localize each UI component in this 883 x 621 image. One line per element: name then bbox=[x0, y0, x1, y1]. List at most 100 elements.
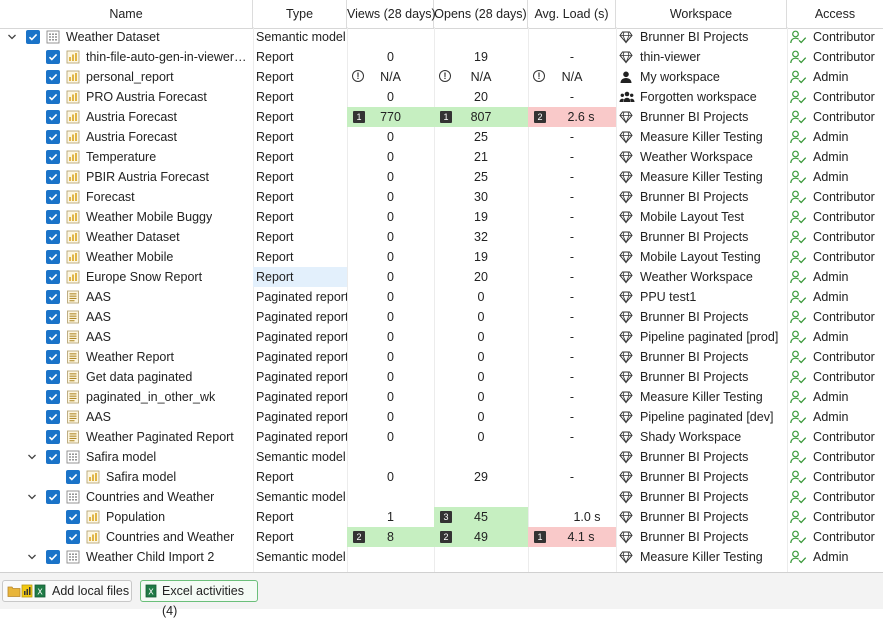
row-checkbox[interactable] bbox=[46, 50, 60, 64]
table-row[interactable]: Temperature Report 0 21 - Weather Workspace Ad… bbox=[0, 147, 883, 167]
row-checkbox[interactable] bbox=[46, 550, 60, 564]
table-row[interactable]: Europe Snow Report Report 0 20 - Weather Work… bbox=[0, 267, 883, 287]
row-checkbox[interactable] bbox=[46, 230, 60, 244]
row-checkbox[interactable] bbox=[46, 330, 60, 344]
row-checkbox[interactable] bbox=[46, 70, 60, 84]
chevron-down-icon[interactable] bbox=[7, 31, 17, 41]
column-header-views[interactable]: Views (28 days) bbox=[347, 0, 436, 28]
row-checkbox[interactable] bbox=[46, 90, 60, 104]
add-local-files-button[interactable]: X Add local files bbox=[2, 580, 132, 602]
excel-activities-tab[interactable]: X Excel activities (4) bbox=[140, 580, 258, 618]
views-count: 770 bbox=[380, 110, 401, 124]
access-level: Contributor bbox=[813, 530, 875, 544]
table-row[interactable]: thin-file-auto-gen-in-viewer… Report 0 19 - t… bbox=[0, 47, 883, 67]
table-row[interactable]: Safira model Semantic model Brunner BI Pro… bbox=[0, 447, 883, 467]
table-row[interactable]: Austria Forecast Report 0 25 - Measure Killer… bbox=[0, 127, 883, 147]
access-level: Contributor bbox=[813, 350, 875, 364]
table-row[interactable]: Weather Report Paginated report 0 0 - Brunner… bbox=[0, 347, 883, 367]
access-level: Admin bbox=[813, 290, 849, 304]
row-checkbox[interactable] bbox=[66, 530, 80, 544]
row-checkbox[interactable] bbox=[46, 350, 60, 364]
table-row[interactable]: Countries and Weather Semantic model Brunn… bbox=[0, 487, 883, 507]
column-header-type[interactable]: Type bbox=[253, 0, 347, 28]
premium-diamond-icon bbox=[619, 330, 633, 344]
table-row[interactable]: Weather Child Import 2 Semantic model Meas… bbox=[0, 547, 883, 567]
opens-count: 20 bbox=[474, 90, 488, 104]
table-row[interactable]: PBIR Austria Forecast Report 0 25 - Measure K… bbox=[0, 167, 883, 187]
opens-count-cell: 30 bbox=[434, 187, 528, 207]
user-check-icon bbox=[790, 170, 807, 184]
row-checkbox[interactable] bbox=[46, 310, 60, 324]
premium-diamond-icon bbox=[619, 50, 633, 64]
items-grid[interactable]: Name Type Views (28 days) Opens (28 days… bbox=[0, 0, 883, 572]
access-level: Contributor bbox=[813, 370, 875, 384]
access-cell: Admin bbox=[787, 287, 883, 307]
table-row[interactable]: Weather Mobile Buggy Report 0 19 - Mobile Lay… bbox=[0, 207, 883, 227]
table-row[interactable]: AAS Paginated report 0 0 - Pipeline paginated… bbox=[0, 327, 883, 347]
item-type: Report bbox=[256, 230, 294, 244]
table-row[interactable]: PRO Austria Forecast Report 0 20 - Forgotten … bbox=[0, 87, 883, 107]
table-row[interactable]: AAS Paginated report 0 0 - Pipeline paginated… bbox=[0, 407, 883, 427]
row-checkbox[interactable] bbox=[46, 250, 60, 264]
table-row[interactable]: personal_report Report! N/A! N/A! N/A My work… bbox=[0, 67, 883, 87]
item-name: Austria Forecast bbox=[86, 130, 178, 144]
avg-load-time-cell bbox=[528, 447, 616, 467]
row-checkbox[interactable] bbox=[46, 390, 60, 404]
row-checkbox[interactable] bbox=[46, 150, 60, 164]
row-checkbox[interactable] bbox=[46, 430, 60, 444]
item-name: Countries and Weather bbox=[106, 530, 235, 544]
table-row[interactable]: Austria Forecast Report 1 770 1 807 2 2.6 s Brun… bbox=[0, 107, 883, 127]
row-checkbox[interactable] bbox=[66, 510, 80, 524]
row-checkbox[interactable] bbox=[26, 30, 40, 44]
row-checkbox[interactable] bbox=[46, 370, 60, 384]
table-row[interactable]: Population Report 1 3 45 1.0 s Brunner BI Proj… bbox=[0, 507, 883, 527]
column-header-avg-load[interactable]: Avg. Load (s) bbox=[528, 0, 616, 28]
row-checkbox[interactable] bbox=[46, 130, 60, 144]
workspace-name: Weather Workspace bbox=[640, 150, 753, 164]
workspace-name: Measure Killer Testing bbox=[640, 170, 763, 184]
column-header-access[interactable]: Access bbox=[787, 0, 883, 28]
user-check-icon bbox=[790, 390, 807, 404]
table-row[interactable]: Weather Paginated Report Paginated report… bbox=[0, 427, 883, 447]
chevron-down-icon[interactable] bbox=[27, 491, 37, 501]
chevron-down-icon[interactable] bbox=[27, 451, 37, 461]
row-checkbox[interactable] bbox=[46, 290, 60, 304]
table-row[interactable]: Weather Dataset Report 0 32 - Brunner BI Proj… bbox=[0, 227, 883, 247]
row-checkbox[interactable] bbox=[46, 410, 60, 424]
table-row[interactable]: Countries and Weather Report 2 8 2 49 1 4.1 s Br… bbox=[0, 527, 883, 547]
column-header-opens[interactable]: Opens (28 days) bbox=[434, 0, 528, 28]
workspace-name: Mobile Layout Testing bbox=[640, 250, 761, 264]
access-level: Admin bbox=[813, 130, 849, 144]
avg-load-time: - bbox=[569, 230, 575, 244]
row-checkbox[interactable] bbox=[46, 270, 60, 284]
table-row[interactable]: AAS Paginated report 0 0 - PPU test1 Admin bbox=[0, 287, 883, 307]
chevron-down-icon[interactable] bbox=[27, 551, 37, 561]
table-row[interactable]: Get data paginated Paginated report 0 0 - Bru… bbox=[0, 367, 883, 387]
workspace-name: Measure Killer Testing bbox=[640, 390, 763, 404]
table-row[interactable]: Forecast Report 0 30 - Brunner BI Projects Con… bbox=[0, 187, 883, 207]
row-checkbox[interactable] bbox=[46, 190, 60, 204]
views-count: 0 bbox=[387, 150, 394, 164]
table-row[interactable]: Weather Dataset Semantic model Brunner BI … bbox=[0, 27, 883, 47]
paginated-report-icon bbox=[66, 410, 80, 424]
table-row[interactable]: Safira model Report 0 29 - Brunner BI Project… bbox=[0, 467, 883, 487]
row-checkbox[interactable] bbox=[46, 170, 60, 184]
table-row[interactable]: paginated_in_other_wk Paginated report 0 0 -… bbox=[0, 387, 883, 407]
row-checkbox[interactable] bbox=[66, 470, 80, 484]
column-header-workspace[interactable]: Workspace bbox=[616, 0, 787, 28]
table-row[interactable]: AAS Paginated report 0 0 - Brunner BI Project… bbox=[0, 307, 883, 327]
row-checkbox[interactable] bbox=[46, 450, 60, 464]
opens-count: 21 bbox=[474, 150, 488, 164]
avg-load-time: - bbox=[569, 210, 575, 224]
avg-load-time-cell: - bbox=[528, 207, 616, 227]
table-row[interactable]: Weather Mobile Report 0 19 - Mobile Layout Te… bbox=[0, 247, 883, 267]
row-checkbox[interactable] bbox=[46, 210, 60, 224]
row-checkbox[interactable] bbox=[46, 110, 60, 124]
avg-load-time: - bbox=[569, 150, 575, 164]
access-level: Admin bbox=[813, 70, 849, 84]
row-checkbox[interactable] bbox=[46, 490, 60, 504]
avg-load-time-cell bbox=[528, 487, 616, 507]
avg-load-time: - bbox=[569, 270, 575, 284]
user-check-icon bbox=[790, 210, 807, 224]
column-header-name[interactable]: Name bbox=[0, 0, 253, 28]
